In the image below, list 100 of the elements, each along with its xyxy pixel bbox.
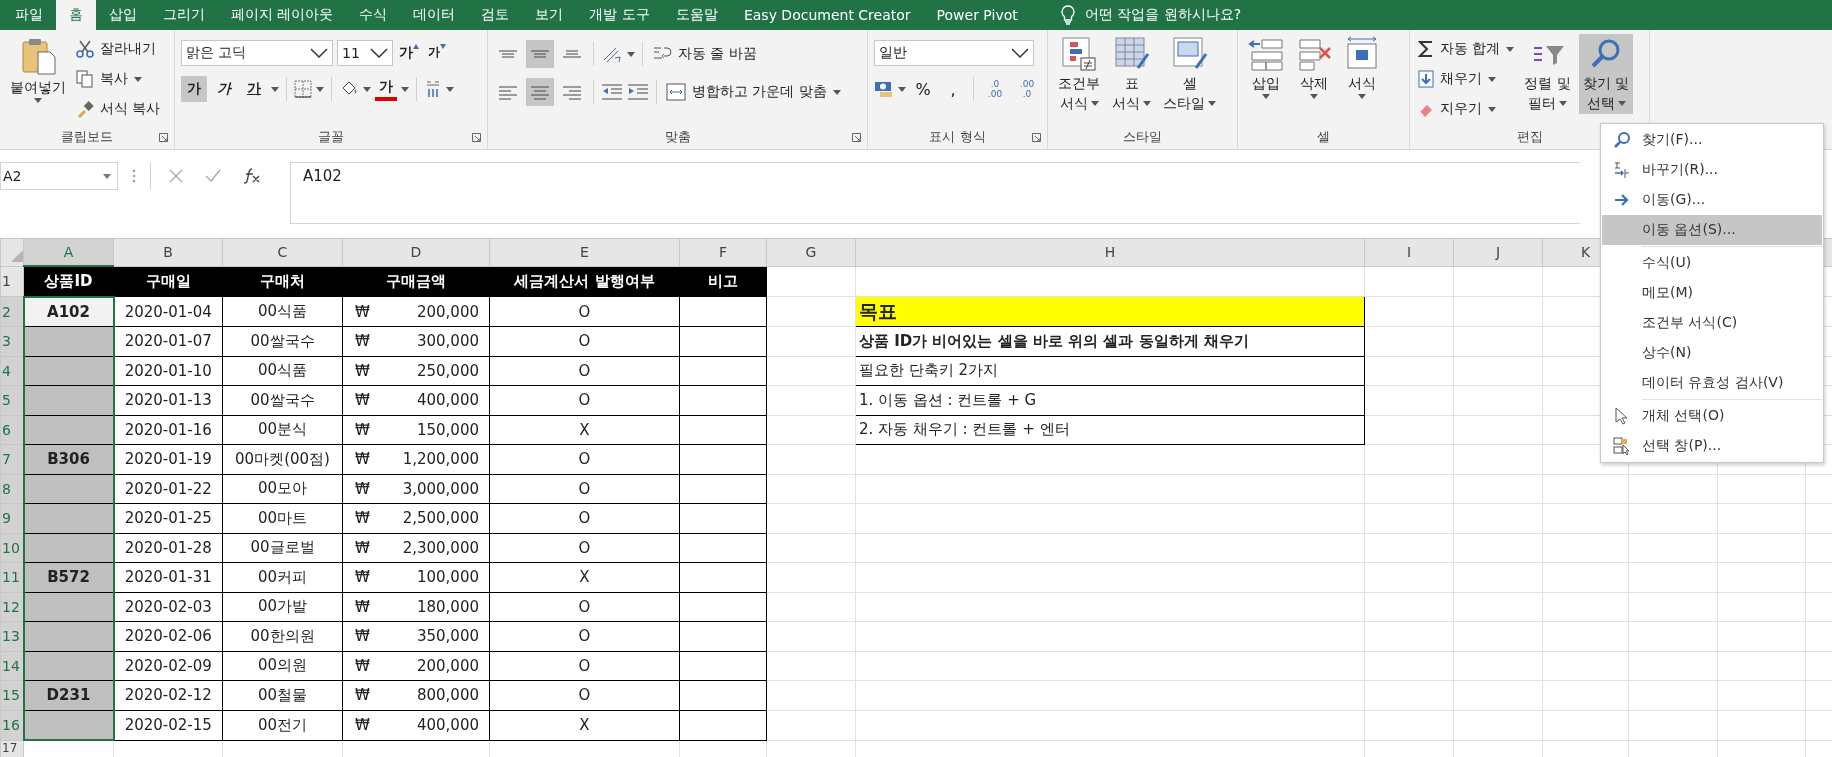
editing-command[interactable]: 자동 합계 [1416, 36, 1517, 62]
tab[interactable]: 검토 [468, 0, 523, 30]
tab[interactable]: 그리기 [150, 0, 218, 30]
tab[interactable]: 데이터 [400, 0, 469, 30]
caret-icon[interactable] [363, 86, 371, 92]
launcher-icon[interactable] [852, 132, 861, 142]
menu-item[interactable]: 이동 옵션(S)... [1602, 215, 1822, 245]
style-button[interactable]: 표 서식 [1108, 34, 1155, 114]
underline-button[interactable]: 가 [241, 76, 267, 102]
number-format-field[interactable]: 일반 [874, 40, 1034, 66]
menu-item[interactable]: 찾기(F)... [1602, 125, 1822, 155]
row-header[interactable]: 12 [0, 592, 24, 622]
menu-item[interactable]: 메모(M) [1602, 278, 1822, 308]
launcher-icon[interactable] [472, 132, 481, 142]
phonetic-icon[interactable] [424, 79, 442, 99]
launcher-icon[interactable] [159, 132, 168, 142]
row-header[interactable]: 15 [0, 680, 24, 710]
column-header[interactable]: F [679, 238, 767, 266]
column-header[interactable]: J [1453, 238, 1543, 266]
merge-center-button[interactable]: 병합하고 가운데 맞춤 [664, 79, 843, 105]
style-button[interactable]: 조건부 서식 [1054, 34, 1104, 114]
caret-icon[interactable] [446, 86, 454, 92]
column-header[interactable]: C [222, 238, 343, 266]
style-button[interactable]: 셀 스타일 [1159, 34, 1220, 114]
menu-item[interactable]: 상수(N) [1602, 338, 1822, 368]
cell-command-button[interactable]: 서식 [1340, 34, 1384, 101]
clipboard-command[interactable]: 복사 [74, 66, 163, 92]
editing-command[interactable]: 지우기 [1416, 96, 1517, 122]
caret-icon[interactable] [271, 86, 279, 92]
column-header[interactable]: I [1364, 238, 1454, 266]
column-header[interactable]: G [766, 238, 856, 266]
tab[interactable]: 보기 [522, 0, 577, 30]
row-header[interactable]: 7 [0, 444, 24, 474]
menu-item[interactable]: 바꾸기(R)... [1602, 155, 1822, 185]
caret-icon[interactable] [627, 51, 635, 57]
menu-item[interactable]: 데이터 유효성 검사(V) [1602, 368, 1822, 398]
drag-handle-icon[interactable] [132, 169, 136, 183]
menu-item[interactable]: 이동(G)... [1602, 185, 1822, 215]
row-header[interactable]: 8 [0, 474, 24, 504]
wrap-text-button[interactable]: 자동 줄 바꿈 [650, 41, 759, 67]
menu-item[interactable]: 개체 선택(O) [1602, 401, 1822, 431]
row-header[interactable]: 9 [0, 503, 24, 533]
increase-indent-icon[interactable] [627, 83, 649, 101]
row-header[interactable]: 2 [0, 296, 24, 327]
editing-command[interactable]: 채우기 [1416, 66, 1517, 92]
row-header[interactable]: 10 [0, 533, 24, 563]
clipboard-command[interactable]: 잘라내기 [74, 36, 163, 62]
tab[interactable]: 개발 도구 [576, 0, 663, 30]
row-header[interactable]: 4 [0, 356, 24, 386]
name-box[interactable]: A2 [0, 162, 118, 190]
font-size-field[interactable]: 11 [337, 40, 393, 66]
comma-button[interactable]: , [940, 76, 966, 102]
cell-command-button[interactable]: 삭제 [1292, 34, 1336, 101]
font-name-field[interactable]: 맑은 고딕 [181, 40, 333, 66]
tell-me-search[interactable]: 어떤 작업을 원하시나요? [1084, 6, 1242, 24]
menu-item[interactable]: 선택 창(P)... [1602, 431, 1822, 461]
borders-icon[interactable] [294, 80, 312, 98]
menu-item[interactable]: 조건부 서식(C) [1602, 308, 1822, 338]
row-header[interactable]: 16 [0, 710, 24, 740]
caret-icon[interactable] [898, 86, 906, 92]
tab[interactable]: 도움말 [662, 0, 731, 30]
column-header[interactable]: B [113, 238, 223, 266]
currency-icon[interactable] [874, 80, 894, 98]
tab[interactable]: 파일 [2, 0, 56, 30]
row-header[interactable]: 13 [0, 621, 24, 651]
italic-button[interactable]: 가 [211, 76, 237, 102]
tab[interactable]: 삽입 [96, 0, 150, 30]
row-header[interactable]: 3 [0, 326, 24, 356]
paste-button[interactable]: 붙여넣기 [6, 34, 70, 105]
check-icon[interactable] [205, 169, 221, 183]
tab[interactable]: 수식 [346, 0, 401, 30]
decrease-decimal-button[interactable]: .00 .0 [1013, 79, 1041, 99]
bold-button[interactable]: 가 [181, 76, 207, 102]
shrink-font-button[interactable]: 가 [425, 40, 449, 66]
tab[interactable]: Easy Document Creator [730, 0, 924, 30]
percent-button[interactable]: % [910, 76, 936, 102]
font-color-button[interactable]: 가 [375, 77, 397, 101]
caret-icon[interactable] [316, 86, 324, 92]
column-header[interactable]: H [855, 238, 1365, 266]
cell-command-button[interactable]: 삽입 [1244, 34, 1288, 101]
editing-button[interactable]: 정렬 및 필터 [1520, 34, 1575, 114]
row-header[interactable]: 14 [0, 651, 24, 681]
function-icon[interactable] [243, 168, 261, 184]
decrease-indent-icon[interactable] [601, 83, 623, 101]
row-header[interactable]: 1 [0, 266, 24, 297]
caret-icon[interactable] [401, 86, 409, 92]
tab[interactable]: Power Pivot [923, 0, 1031, 30]
row-header[interactable]: 11 [0, 562, 24, 592]
launcher-icon[interactable] [1032, 132, 1041, 142]
row-header[interactable]: 6 [0, 415, 24, 445]
clipboard-command[interactable]: 서식 복사 [74, 96, 163, 122]
column-header[interactable]: E [489, 238, 680, 266]
tab[interactable]: 홈 [56, 0, 96, 30]
column-header[interactable]: D [342, 238, 490, 266]
column-header[interactable]: A [23, 238, 114, 266]
row-header[interactable]: 5 [0, 385, 24, 415]
grow-font-button[interactable]: 가 [397, 40, 421, 66]
increase-decimal-button[interactable]: .0 .00 [981, 79, 1009, 99]
editing-button[interactable]: 찾기 및 선택 [1578, 34, 1634, 114]
formula-field[interactable]: A102 [290, 162, 1580, 224]
